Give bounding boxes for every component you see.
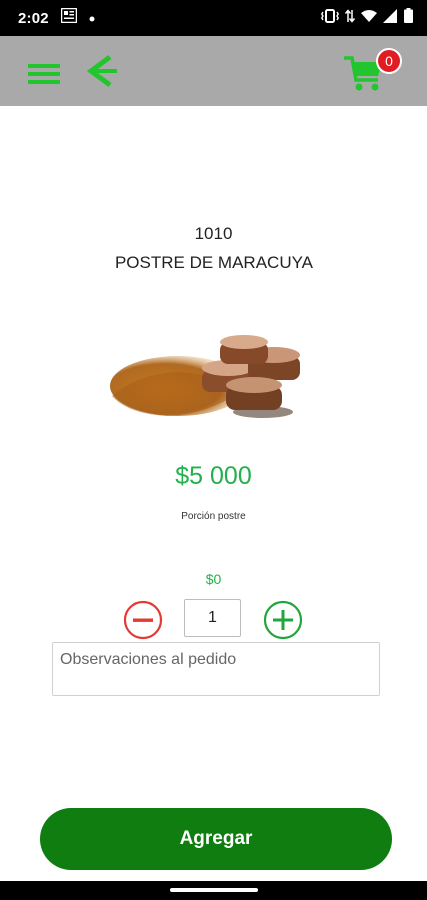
cart-icon	[342, 56, 386, 98]
observations-field[interactable]	[52, 642, 380, 696]
increase-quantity-button[interactable]	[262, 599, 304, 641]
quantity-input[interactable]	[184, 599, 241, 637]
menu-button[interactable]	[28, 64, 60, 84]
back-button[interactable]	[86, 54, 120, 88]
product-image	[108, 334, 304, 430]
news-icon	[60, 7, 78, 28]
product-code: 1010	[194, 224, 233, 243]
status-bar: 2:02	[0, 0, 427, 36]
data-arrows-icon	[344, 8, 356, 28]
app-bar: 0	[0, 36, 427, 106]
status-time: 2:02	[18, 9, 49, 27]
vibrate-icon	[320, 8, 340, 28]
home-handle[interactable]	[170, 888, 258, 892]
navigation-bar	[0, 881, 427, 900]
add-button[interactable]: Agregar	[40, 808, 392, 870]
decrease-quantity-button[interactable]	[122, 599, 164, 641]
product-portion: Porción postre	[181, 511, 246, 522]
cart-button[interactable]: 0	[342, 48, 402, 94]
battery-icon	[404, 8, 413, 28]
product-price: $5 000	[175, 462, 252, 490]
back-arrow-icon	[86, 54, 120, 92]
order-subtotal: $0	[205, 571, 222, 587]
product-name: POSTRE DE MARACUYA	[114, 253, 314, 272]
menu-icon	[28, 64, 60, 88]
signal-icon	[383, 8, 398, 28]
wifi-icon	[361, 9, 377, 28]
cart-count-badge: 0	[376, 48, 402, 74]
dot-icon	[89, 9, 95, 27]
